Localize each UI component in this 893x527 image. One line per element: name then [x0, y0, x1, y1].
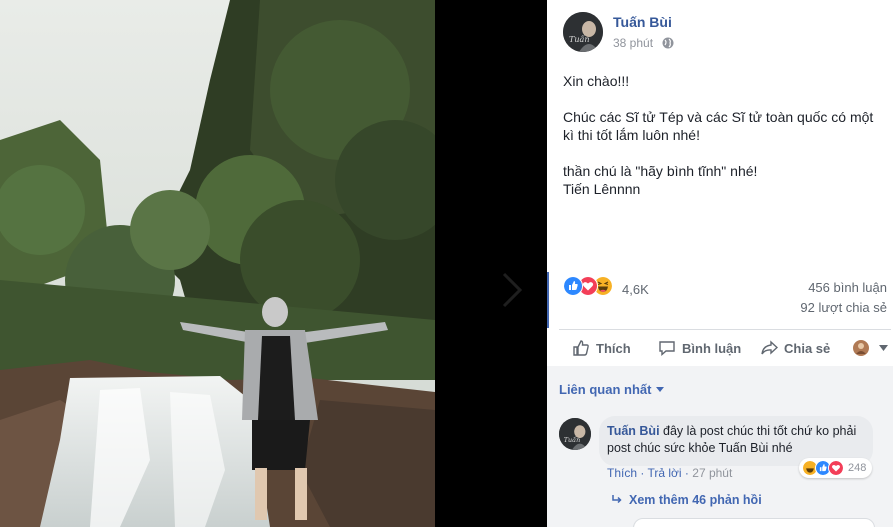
comment-author[interactable]: Tuấn Bùi — [607, 424, 660, 438]
post-photo — [0, 0, 435, 527]
like-icon — [573, 340, 589, 356]
post-time[interactable]: 38 phút — [613, 36, 653, 50]
view-more-replies[interactable]: Xem thêm 46 phản hồi — [611, 493, 762, 507]
comment-icon — [659, 341, 675, 357]
share-label: Chia sẻ — [784, 340, 831, 356]
profile-thumb-icon — [853, 340, 869, 356]
share-icon — [761, 340, 778, 355]
post-signoff: Tiến Lênnnn — [563, 181, 641, 197]
view-more-replies-label: Xem thêm 46 phản hồi — [629, 493, 762, 507]
like-reaction-icon — [563, 276, 583, 296]
reaction-picker-button[interactable] — [853, 335, 893, 361]
post-panel: Tuấn Tuấn Bùi 38 phút Xin chào!!! Chúc c… — [547, 0, 893, 527]
svg-text:Tuấn: Tuấn — [569, 35, 590, 44]
post-text: Xin chào!!! Chúc các Sĩ tử Tép và các Sĩ… — [563, 72, 883, 198]
post-greeting: Xin chào!!! — [563, 73, 630, 89]
like-label: Thích — [596, 340, 631, 356]
comment-button[interactable]: Bình luận — [658, 335, 741, 361]
author-name[interactable]: Tuấn Bùi — [613, 14, 672, 30]
photo-viewer[interactable] — [0, 0, 547, 527]
comments-section: Liên quan nhất Tuấn Tuấn Bùi đây là post… — [547, 366, 893, 527]
author-avatar[interactable]: Tuấn — [563, 12, 603, 52]
comment-label: Bình luận — [682, 340, 742, 356]
comment-reply-link[interactable]: Trả lời — [647, 466, 681, 480]
comment-sort-dropdown[interactable]: Liên quan nhất — [559, 382, 665, 397]
post-stats: 4,6K 456 bình luận 92 lượt chia sẻ — [547, 272, 893, 328]
action-bar: Thích Bình luận Chia sẻ — [547, 335, 893, 361]
share-button[interactable]: Chia sẻ — [760, 335, 830, 361]
comment-reactions[interactable]: 248 — [799, 458, 873, 478]
post-mantra: thần chú là "hãy bình tĩnh" nhé! — [563, 163, 758, 179]
reply-arrow-icon — [612, 495, 622, 504]
like-button[interactable]: Thích — [572, 335, 631, 361]
caret-down-icon — [656, 387, 665, 392]
next-photo-icon[interactable] — [498, 270, 526, 310]
divider — [559, 329, 891, 330]
reaction-count[interactable]: 4,6K — [622, 282, 649, 297]
comment-count[interactable]: 456 bình luận — [808, 280, 887, 295]
globe-icon — [662, 37, 674, 49]
reply-input[interactable] — [633, 518, 875, 527]
comment-like-link[interactable]: Thích — [607, 466, 637, 480]
comment-time[interactable]: 27 phút — [692, 466, 732, 480]
chevron-down-icon — [879, 345, 888, 351]
comment-sort-label: Liên quan nhất — [559, 382, 652, 397]
post-wish: Chúc các Sĩ tử Tép và các Sĩ tử toàn quố… — [563, 109, 874, 143]
svg-text:Tuấn: Tuấn — [564, 435, 580, 444]
comment-meta: Thích · Trả lời · 27 phút — [607, 466, 733, 480]
comment-reaction-count: 248 — [848, 462, 867, 474]
share-count[interactable]: 92 lượt chia sẻ — [800, 300, 887, 315]
love-reaction-icon — [828, 460, 844, 476]
comment-avatar[interactable]: Tuấn — [559, 418, 591, 450]
